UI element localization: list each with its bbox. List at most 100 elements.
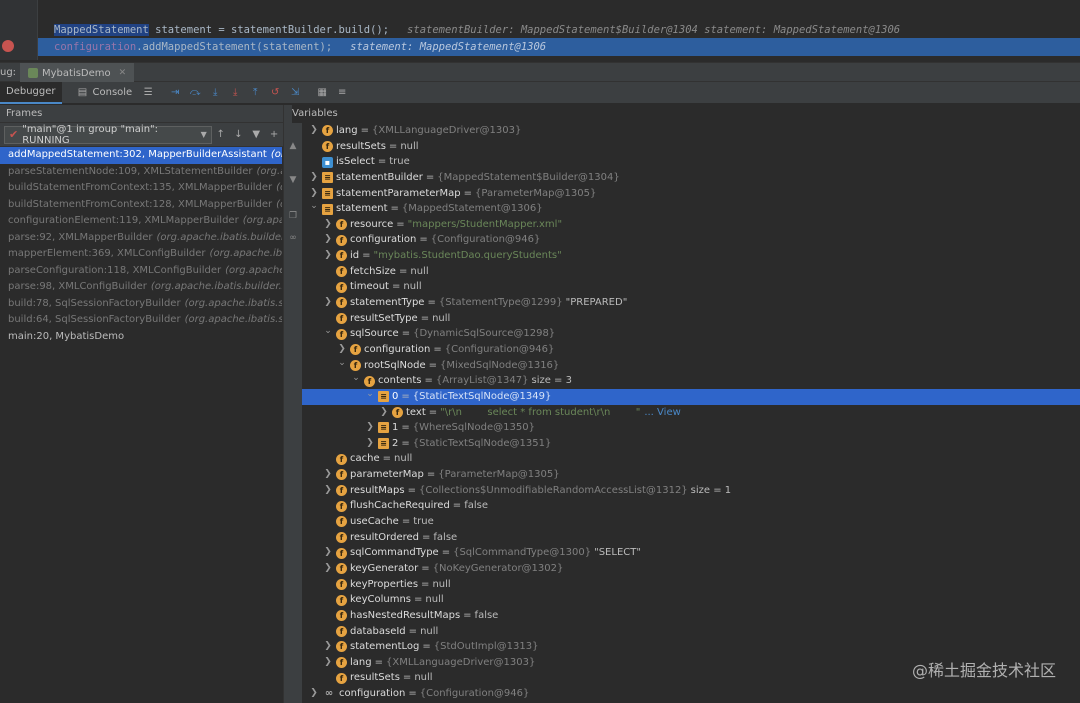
tab-console[interactable]: ▤ Console [70,82,139,104]
evaluate-expression-icon[interactable]: ▦ [315,86,329,100]
variable-row[interactable]: f resultOrdered = false [302,530,1080,546]
chevron-down-icon[interactable]: ⌄ [322,324,334,340]
run-config-tab[interactable]: MybatisDemo ✕ [20,63,135,83]
variable-row[interactable]: ❯ f statementType = {StatementType@1299} "PRE… [302,295,1080,311]
chevron-right-icon[interactable]: ❯ [322,295,334,311]
frame-item[interactable]: buildStatementFromContext:128, XMLMapper… [0,197,282,214]
variable-row[interactable]: ⌄ ≡ statement = {MappedStatement@1306} [302,201,1080,217]
arrow-up-icon[interactable]: ▲ [287,141,299,153]
chevron-right-icon[interactable]: ❯ [322,467,334,483]
variable-row[interactable]: f cache = null [302,451,1080,467]
breakpoint-icon[interactable] [2,40,14,52]
variable-row[interactable]: ❯ f id = "mybatis.StudentDao.queryStudents" [302,248,1080,264]
variable-row[interactable]: ❯ ≡ statementParameterMap = {ParameterMap@13… [302,186,1080,202]
arrow-up-icon[interactable]: ↑ [212,129,230,140]
variable-row[interactable]: ❯ ≡ statementBuilder = {MappedStatement$Buil… [302,170,1080,186]
variable-row[interactable]: ❯ f parameterMap = {ParameterMap@1305} [302,467,1080,483]
force-step-into-icon[interactable]: ⤓ [228,86,242,100]
chevron-right-icon[interactable]: ❯ [308,123,320,139]
chevron-down-icon[interactable]: ⌄ [350,371,362,387]
variable-row[interactable]: ❯ f sqlCommandType = {SqlCommandType@1300} "S… [302,545,1080,561]
chevron-right-icon[interactable]: ❯ [322,545,334,561]
add-icon[interactable]: + [265,129,283,140]
variable-row[interactable]: ❯ f configuration = {Configuration@946} [302,232,1080,248]
more-icon[interactable]: ≡ [335,86,349,100]
frame-item[interactable]: build:78, SqlSessionFactoryBuilder (org.a… [0,296,282,313]
arrow-down-icon[interactable]: ▼ [287,175,299,187]
drop-frame-icon[interactable]: ↺ [268,86,282,100]
variable-row[interactable]: f flushCacheRequired = false [302,498,1080,514]
chevron-right-icon[interactable]: ❯ [322,248,334,264]
variable-row[interactable]: f databaseId = null [302,624,1080,640]
code-line-current[interactable]: configuration.addMappedStatement(stateme… [38,38,1080,56]
step-out-icon[interactable]: ⤒ [248,86,262,100]
variable-row[interactable]: ❯ f statementLog = {StdOutImpl@1313} [302,639,1080,655]
watches-icon[interactable]: ∞ [287,233,299,245]
variable-row[interactable]: ❯ ≡ 2 = {StaticTextSqlNode@1351} [302,436,1080,452]
field-icon: f [336,563,347,575]
chevron-down-icon[interactable]: ⌄ [308,199,320,215]
watermark: @稀土掘金技术社区 [911,661,1056,680]
frame-item[interactable]: buildStatementFromContext:135, XMLMapper… [0,180,282,197]
variable-row[interactable]: f resultSetType = null [302,311,1080,327]
variable-row[interactable]: f timeout = null [302,279,1080,295]
layout-icon[interactable]: ☰ [141,86,155,100]
frame-item[interactable]: parseConfiguration:118, XMLConfigBuilder… [0,263,282,280]
run-to-cursor-icon[interactable]: ⇲ [288,86,302,100]
close-icon[interactable]: ✕ [119,68,127,78]
step-into-icon[interactable]: ⤓ [208,86,222,100]
chevron-right-icon[interactable]: ❯ [364,436,376,452]
thread-selector[interactable]: ✔ "main"@1 in group "main": RUNNING ▼ [4,124,212,146]
chevron-down-icon[interactable]: ⌄ [336,356,348,372]
variable-row[interactable]: f useCache = true [302,514,1080,530]
debug-toolbar: Debugger ▤ Console ☰ ⇥ ⤼ ⤓ ⤓ ⤒ ↺ ⇲ ▦ ≡ [0,81,1080,104]
chevron-right-icon[interactable]: ❯ [308,686,320,702]
chevron-right-icon[interactable]: ❯ [364,420,376,436]
variable-row[interactable]: ⌄ f contents = {ArrayList@1347} size = 3 [302,373,1080,389]
filter-icon[interactable]: ▼ [247,129,265,140]
chevron-right-icon[interactable]: ❯ [322,232,334,248]
step-over-icon[interactable]: ⤼ [188,86,202,100]
frame-item[interactable]: build:64, SqlSessionFactoryBuilder (org.a… [0,312,282,329]
frame-item[interactable]: parseStatementNode:109, XMLStatementBuil… [0,164,282,181]
arrow-down-icon[interactable]: ↓ [230,129,248,140]
variable-row[interactable]: ❯ f lang = {XMLLanguageDriver@1303} [302,123,1080,139]
frame-item[interactable]: main:20, MybatisDemo [0,329,282,346]
code-line-build[interactable]: MappedStatement statement = statementBui… [38,21,1080,39]
variable-row[interactable]: ❯ f text = "\r\n select * from student\r\n "… [302,405,1080,421]
frame-item[interactable]: configurationElement:119, XMLMapperBuild… [0,213,282,230]
variable-row[interactable]: ⌄ ≡ 0 = {StaticTextSqlNode@1349} [302,387,1080,405]
field-icon: f [336,453,347,465]
variable-row[interactable]: f fetchSize = null [302,264,1080,280]
chevron-right-icon[interactable]: ❯ [378,405,390,421]
variable-row[interactable]: ❯ ≡ 1 = {WhereSqlNode@1350} [302,420,1080,436]
variable-row[interactable]: ▪ isSelect = true [302,154,1080,170]
tab-debugger[interactable]: Debugger [0,81,62,104]
copy-icon[interactable]: ❐ [287,211,299,223]
chevron-right-icon[interactable]: ❯ [322,217,334,233]
variable-row[interactable]: ❯ f keyGenerator = {NoKeyGenerator@1302} [302,561,1080,577]
variable-row[interactable]: ❯ f resource = "mappers/StudentMapper.xml" [302,217,1080,233]
chevron-right-icon[interactable]: ❯ [322,655,334,671]
chevron-right-icon[interactable]: ❯ [322,561,334,577]
show-execution-point-icon[interactable]: ⇥ [168,86,182,100]
variable-row[interactable]: f hasNestedResultMaps = false [302,608,1080,624]
chevron-right-icon[interactable]: ❯ [308,170,320,186]
frame-item[interactable]: parse:92, XMLMapperBuilder (org.apache.ib… [0,230,282,247]
variable-row[interactable]: ❯ f configuration = {Configuration@946} [302,342,1080,358]
variable-row[interactable]: f keyProperties = null [302,577,1080,593]
variable-row[interactable]: ⌄ f sqlSource = {DynamicSqlSource@1298} [302,326,1080,342]
list-icon: ≡ [322,172,333,184]
frame-item[interactable]: parse:98, XMLConfigBuilder (org.apache.ib… [0,279,282,296]
variable-row[interactable]: f keyColumns = null [302,592,1080,608]
variable-row[interactable]: ❯ f resultMaps = {Collections$UnmodifiableRa… [302,483,1080,499]
view-link[interactable]: ... View [644,405,680,421]
chevron-right-icon[interactable]: ❯ [322,639,334,655]
frame-item[interactable]: mapperElement:369, XMLConfigBuilder (org.… [0,246,282,263]
variable-row[interactable]: f resultSets = null [302,139,1080,155]
chevron-right-icon[interactable]: ❯ [322,483,334,499]
chevron-down-icon[interactable]: ⌄ [364,387,376,403]
variable-row[interactable]: ❯ ∞ configuration = {Configuration@946} [302,686,1080,702]
frame-item[interactable]: addMappedStatement:302, MapperBuilderAss… [0,147,282,164]
variable-row[interactable]: ⌄ f rootSqlNode = {MixedSqlNode@1316} [302,358,1080,374]
